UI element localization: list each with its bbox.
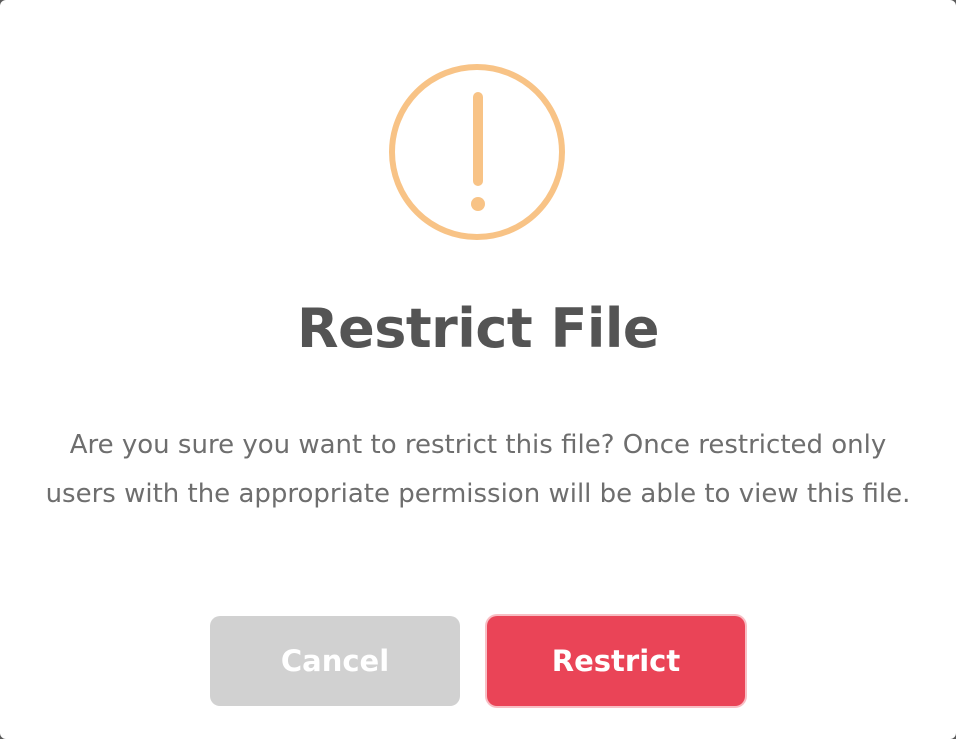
exclamation-circle-icon [389,64,565,240]
restrict-button[interactable]: Restrict [487,616,745,706]
dialog-title: Restrict File [297,297,659,360]
restrict-file-dialog: Restrict File Are you sure you want to r… [0,0,956,739]
cancel-button[interactable]: Cancel [210,616,460,706]
dialog-message: Are you sure you want to restrict this f… [45,430,911,509]
